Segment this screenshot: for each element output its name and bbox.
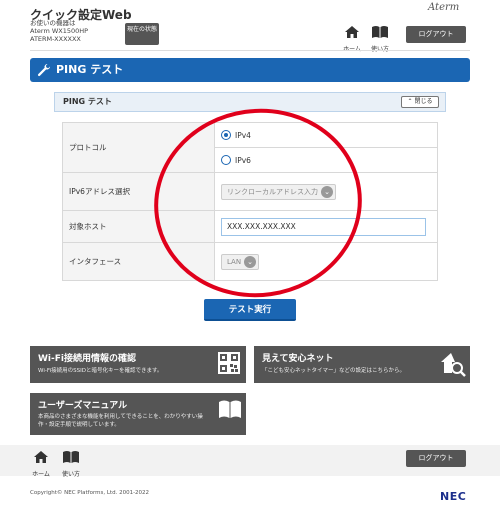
home-nav-label: ホーム (341, 44, 363, 53)
aterm-logo: Aterm (428, 2, 460, 13)
protocol-label: プロトコル (62, 122, 215, 173)
users-manual-title: ユーザーズマニュアル (38, 401, 128, 411)
current-status-button[interactable]: 現在の状態 (125, 23, 159, 45)
book-icon (219, 400, 241, 418)
section-header: PING テスト ⌃ 閉じる (54, 92, 446, 112)
page-title-bar: PING テスト (30, 58, 470, 82)
protocol-ipv4-option[interactable]: IPv4 (221, 124, 437, 146)
ipv6-radio[interactable] (221, 155, 231, 165)
protocol-ipv6-cell: IPv6 (214, 147, 438, 173)
book-icon (63, 451, 79, 463)
target-host-label: 対象ホスト (62, 210, 215, 243)
ipv6-label: IPv6 (235, 155, 251, 165)
device-id: ATERM-XXXXXX (30, 35, 81, 43)
footer-logout-button[interactable]: ログアウト (406, 450, 466, 467)
footer-manual-label: 使い方 (61, 471, 80, 478)
users-manual-tile[interactable]: ユーザーズマニュアル 本商品のさまざまな機能を利用してできることを、わかりやすい… (30, 393, 246, 435)
ipv6-address-cell: リンクローカルアドレス入力 ⌄ (214, 172, 438, 211)
interface-cell: LAN ⌄ (214, 242, 438, 281)
mieteanshin-title: 見えて安心ネット (262, 354, 334, 364)
ipv6-address-value: リンクローカルアドレス入力 (227, 187, 318, 196)
footer-home-nav[interactable]: ホーム (30, 449, 52, 478)
logout-button[interactable]: ログアウト (406, 26, 466, 43)
mieteanshin-tile[interactable]: 見えて安心ネット 「こども安心ネットタイマー」などの設定はこちらから。 (254, 346, 470, 383)
users-manual-desc-2: 作・設定手順で説明しています。 (38, 422, 120, 428)
protocol-ipv4-cell: IPv4 (214, 122, 438, 148)
wrench-icon (37, 63, 51, 77)
ipv6-address-select[interactable]: リンクローカルアドレス入力 ⌄ (221, 183, 336, 200)
book-icon (372, 26, 388, 38)
header: クイック設定Web お使いの機器は Aterm WX1500HP ATERM-X… (0, 0, 500, 53)
interface-select[interactable]: LAN ⌄ (221, 253, 260, 270)
target-host-cell: XXX.XXX.XXX.XXX (214, 210, 438, 243)
section-title: PING テスト (63, 97, 112, 106)
wifi-info-desc: Wi-Fi接続用のSSIDと暗号化キーを確認できます。 (38, 368, 163, 374)
nec-logo: NEC (440, 490, 467, 503)
users-manual-desc-1: 本商品のさまざまな機能を利用してできることを、わかりやすい操 (38, 414, 203, 420)
home-icon (345, 26, 359, 38)
collapse-label: 閉じる (414, 98, 433, 105)
device-label: お使いの機器は (30, 19, 76, 27)
footer-nav-bar: ホーム 使い方 ログアウト (0, 445, 500, 478)
qr-code-icon (218, 352, 240, 374)
wifi-info-tile[interactable]: Wi-Fi接続用情報の確認 Wi-Fi接続用のSSIDと暗号化キーを確認できます… (30, 346, 246, 383)
home-nav[interactable]: ホーム (341, 24, 363, 53)
collapse-button[interactable]: ⌃ 閉じる (401, 96, 439, 108)
home-search-icon (441, 353, 466, 377)
chevron-down-icon: ⌄ (244, 255, 257, 268)
chevron-up-icon: ⌃ (407, 98, 413, 105)
protocol-ipv6-option[interactable]: IPv6 (221, 149, 437, 171)
ipv4-radio[interactable] (221, 130, 231, 140)
manual-nav[interactable]: 使い方 (369, 24, 391, 53)
wifi-info-title: Wi-Fi接続用情報の確認 (38, 354, 136, 364)
copyright: Copyright© NEC Platforms, Ltd. 2001-2022 (30, 490, 150, 496)
chevron-down-icon: ⌄ (321, 185, 333, 198)
run-test-button[interactable]: テスト実行 (204, 299, 296, 321)
device-model: Aterm WX1500HP (30, 27, 89, 35)
interface-value: LAN (227, 257, 242, 266)
target-host-input[interactable]: XXX.XXX.XXX.XXX (221, 217, 426, 236)
ping-settings-table: プロトコル IPv4 IPv6 IPv6アドレス選択 リンクローカルアドレス入力… (62, 122, 438, 281)
page-title: PING テスト (56, 63, 124, 76)
mieteanshin-desc: 「こども安心ネットタイマー」などの設定はこちらから。 (262, 368, 406, 374)
footer-home-label: ホーム (32, 471, 50, 478)
footer-manual-nav[interactable]: 使い方 (60, 449, 82, 478)
header-divider (30, 50, 470, 51)
interface-label: インタフェース (62, 242, 215, 281)
ipv4-label: IPv4 (235, 130, 251, 140)
manual-nav-label: 使い方 (369, 44, 391, 53)
home-icon (34, 451, 48, 463)
ipv6-address-label: IPv6アドレス選択 (62, 172, 215, 211)
